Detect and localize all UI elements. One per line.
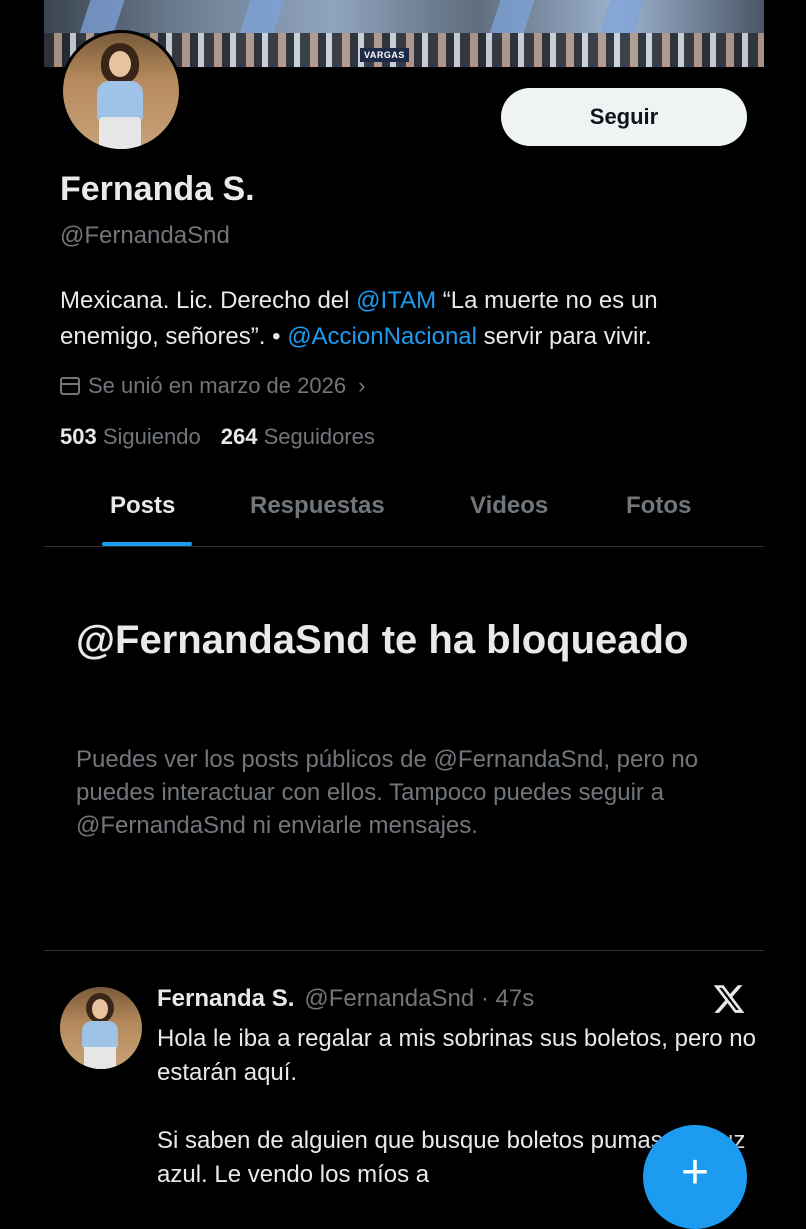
profile-bio: Mexicana. Lic. Derecho del @ITAM “La mue… xyxy=(60,283,760,355)
follow-button[interactable]: Seguir xyxy=(501,88,747,146)
post-avatar[interactable] xyxy=(60,987,142,1069)
tab-fotos[interactable]: Fotos xyxy=(626,492,691,520)
post-header: Fernanda S. @FernandaSnd · 47s xyxy=(157,985,534,1013)
bio-text: Mexicana. Lic. Derecho del xyxy=(60,287,357,314)
active-tab-indicator xyxy=(102,542,192,546)
joined-date[interactable]: Se unió en marzo de 2026 › xyxy=(60,372,365,400)
bio-mention-accion-nacional[interactable]: @AccionNacional xyxy=(287,323,477,350)
bio-text: servir para vivir. xyxy=(476,323,652,350)
avatar-torso xyxy=(97,81,143,121)
followers-stat[interactable]: 264 Seguidores xyxy=(221,424,375,450)
compose-button[interactable]: + xyxy=(643,1125,747,1229)
avatar-face xyxy=(109,51,131,77)
following-label: Siguiendo xyxy=(102,424,201,449)
profile-tabs: Posts Respuestas Videos Fotos xyxy=(44,480,764,547)
post-author-name[interactable]: Fernanda S. xyxy=(157,985,294,1013)
post-author-meta: @FernandaSnd · 47s xyxy=(304,985,535,1012)
followers-count: 264 xyxy=(220,424,258,449)
plus-icon: + xyxy=(680,1145,710,1199)
x-logo-icon xyxy=(713,985,745,1013)
chevron-right-icon: › xyxy=(358,373,366,398)
divider xyxy=(44,950,764,951)
profile-avatar[interactable] xyxy=(60,30,182,152)
follow-stats: 503 Siguiendo 264 Seguidores xyxy=(60,424,375,450)
bio-mention-itam[interactable]: @ITAM xyxy=(356,287,436,314)
following-count: 503 xyxy=(60,424,97,449)
profile-name: Fernanda S. xyxy=(60,170,255,208)
following-stat[interactable]: 503 Siguiendo xyxy=(60,424,201,450)
tab-posts[interactable]: Posts xyxy=(110,492,175,520)
followers-label: Seguidores xyxy=(263,424,375,449)
tab-videos[interactable]: Videos xyxy=(470,492,548,520)
blocked-title: @FernandaSnd te ha bloqueado xyxy=(76,618,689,662)
avatar-torso xyxy=(82,1021,118,1049)
calendar-icon xyxy=(60,377,80,395)
tab-respuestas[interactable]: Respuestas xyxy=(250,492,385,520)
joined-text: Se unió en marzo de 2026 xyxy=(88,373,347,398)
avatar-skirt xyxy=(84,1047,116,1069)
avatar-face xyxy=(92,999,108,1019)
banner-sign: VARGAS xyxy=(360,48,409,62)
blocked-description: Puedes ver los posts públicos de @Fernan… xyxy=(76,746,699,839)
profile-handle: @FernandaSnd xyxy=(60,222,230,249)
avatar-skirt xyxy=(99,117,141,149)
